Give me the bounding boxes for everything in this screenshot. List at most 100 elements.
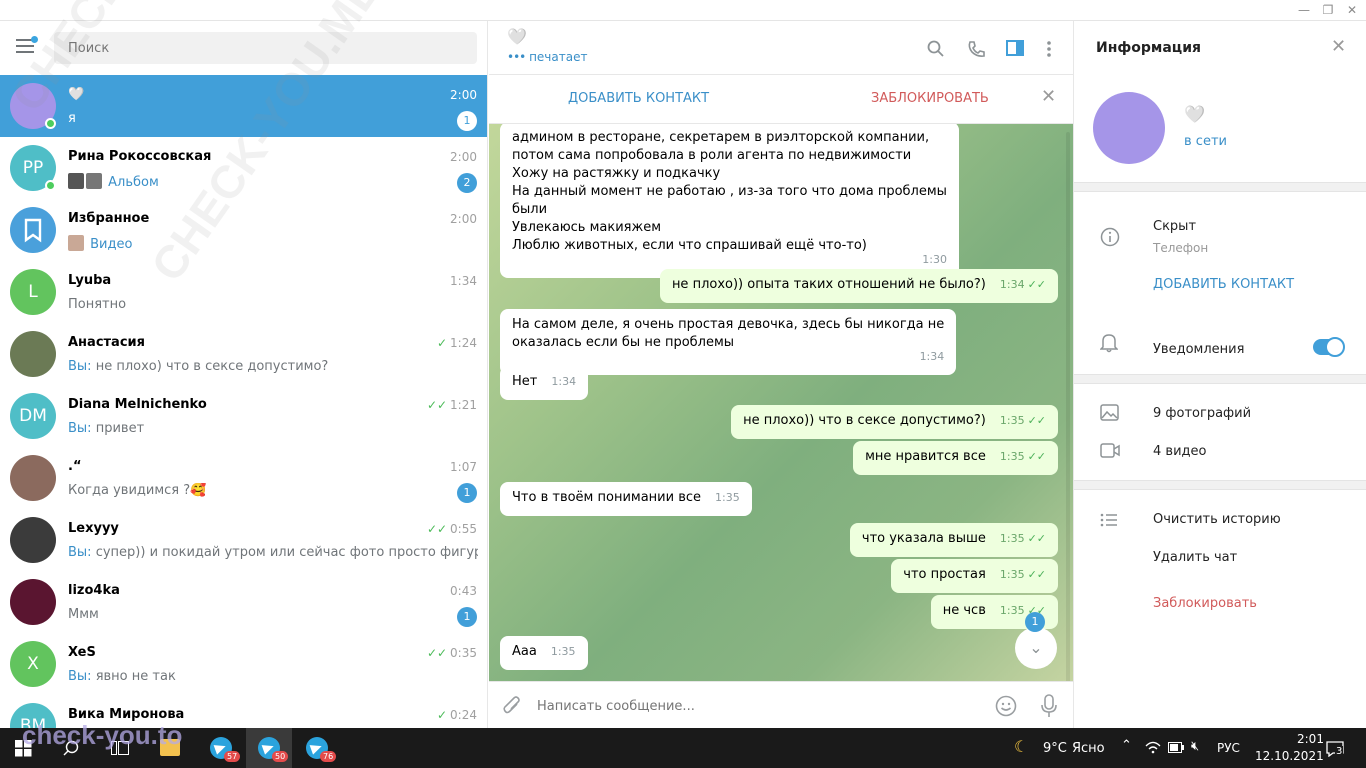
chat-preview: Вы: супер)) и покидай утром или сейчас ф… bbox=[68, 545, 478, 560]
microphone-icon[interactable] bbox=[1041, 694, 1057, 718]
profile-name: 🤍 bbox=[1184, 105, 1206, 125]
chat-preview: я bbox=[68, 111, 76, 126]
language-indicator[interactable]: РУС bbox=[1217, 741, 1240, 755]
incoming-message[interactable]: Ааа 1:35 bbox=[500, 636, 588, 670]
notifications-toggle[interactable] bbox=[1313, 337, 1345, 357]
message-input[interactable] bbox=[537, 694, 957, 718]
unread-count-badge: 1 bbox=[457, 483, 477, 503]
read-check-icon: ✓ bbox=[436, 336, 448, 350]
close-window-button[interactable]: ✕ bbox=[1338, 0, 1366, 21]
message-text: Ааа bbox=[512, 644, 537, 659]
block-user-button[interactable]: Заблокировать bbox=[1153, 596, 1257, 611]
chat-time: ✓✓ 0:55 bbox=[426, 522, 477, 536]
chat-preview: Ммм bbox=[68, 607, 99, 622]
block-button[interactable]: ЗАБЛОКИРОВАТЬ bbox=[871, 91, 989, 106]
phone-value: Скрыт bbox=[1153, 219, 1197, 234]
message-time: 1:30 bbox=[922, 253, 947, 266]
window-titlebar: — ❐ ✕ bbox=[0, 0, 1366, 21]
photo-icon bbox=[1100, 404, 1119, 421]
chat-name: Рина Рокоссовская bbox=[68, 149, 212, 164]
info-panel: Информация ✕ 🤍 в сети Скрыт Телефон ДОБА… bbox=[1073, 21, 1366, 728]
read-check-icon: ✓ bbox=[436, 708, 448, 722]
weather-text[interactable]: Ясно bbox=[1072, 741, 1105, 756]
outgoing-message[interactable]: мне нравится все 1:35 ✓✓ bbox=[853, 441, 1058, 475]
clock-time[interactable]: 2:01 bbox=[1297, 732, 1324, 746]
emoji-icon[interactable] bbox=[995, 695, 1017, 717]
chat-name: Diana Melnichenko bbox=[68, 397, 207, 412]
incoming-message[interactable]: админом в ресторане, секретарем в риэлто… bbox=[500, 124, 959, 278]
chat-time: 2:00 bbox=[450, 212, 477, 226]
chat-time: ✓ 0:24 bbox=[436, 708, 477, 722]
telegram-taskbar-app[interactable]: 57 bbox=[198, 728, 244, 768]
chat-time: ✓✓ 1:21 bbox=[426, 398, 477, 412]
chat-list-item[interactable]: Lexyyy Вы: супер)) и покидай утром или се… bbox=[0, 509, 487, 571]
info-add-contact-button[interactable]: ДОБАВИТЬ КОНТАКТ bbox=[1153, 277, 1294, 292]
chat-list-item[interactable]: L Lyuba Понятно 1:34 bbox=[0, 261, 487, 323]
telegram-taskbar-app-active[interactable]: 50 bbox=[246, 728, 292, 768]
telegram-taskbar-app[interactable]: 76 bbox=[294, 728, 340, 768]
delete-chat-button[interactable]: Удалить чат bbox=[1153, 550, 1237, 565]
chat-list-item[interactable]: Анастасия Вы: не плохо) что в сексе допус… bbox=[0, 323, 487, 385]
close-bar-icon[interactable]: ✕ bbox=[1041, 86, 1056, 107]
read-check-icon: ✓✓ bbox=[426, 522, 448, 536]
close-info-icon[interactable]: ✕ bbox=[1331, 36, 1346, 57]
hamburger-menu-icon[interactable] bbox=[16, 36, 38, 55]
watermark-tb: check-you.to bbox=[22, 720, 183, 750]
message-area[interactable]: админом в ресторане, секретарем в риэлто… bbox=[489, 124, 1073, 701]
sidebar-toggle-icon[interactable] bbox=[1006, 40, 1024, 57]
chat-name: XeS bbox=[68, 645, 96, 660]
chat-time: ✓✓ 0:35 bbox=[426, 646, 477, 660]
message-time: 1:35 bbox=[999, 568, 1025, 581]
scroll-down-button[interactable]: ⌄ bbox=[1015, 627, 1057, 669]
phone-icon[interactable] bbox=[967, 40, 985, 58]
read-check-icon: ✓✓ bbox=[426, 398, 448, 412]
weather-temp[interactable]: 9°C bbox=[1043, 741, 1067, 756]
attach-icon[interactable] bbox=[503, 696, 521, 716]
more-options-icon[interactable] bbox=[1046, 40, 1052, 58]
contact-action-bar: ДОБАВИТЬ КОНТАКТ ЗАБЛОКИРОВАТЬ ✕ bbox=[489, 75, 1073, 124]
chat-name: .“ bbox=[68, 459, 82, 474]
info-title: Информация bbox=[1096, 40, 1201, 56]
chat-list-item[interactable]: Избранное Видео 2:00 bbox=[0, 199, 487, 261]
divider bbox=[1074, 374, 1366, 384]
clear-history-button[interactable]: Очистить историю bbox=[1153, 512, 1281, 527]
search-input[interactable] bbox=[54, 32, 477, 64]
profile-avatar[interactable] bbox=[1093, 92, 1165, 164]
chat-list-item[interactable]: РР Рина Рокоссовская Альбом 2:00 2 bbox=[0, 137, 487, 199]
outgoing-message[interactable]: не плохо)) опыта таких отношений не было… bbox=[659, 269, 1058, 303]
chat-list-item[interactable]: DM Diana Melnichenko Вы: привет ✓✓ 1:21 bbox=[0, 385, 487, 447]
clock-date[interactable]: 12.10.2021 bbox=[1255, 749, 1324, 763]
chat-avatar: L bbox=[10, 269, 56, 315]
chat-list-header bbox=[0, 21, 487, 75]
chat-list-item[interactable]: .“ Когда увидимся ?🥰 1:07 1 bbox=[0, 447, 487, 509]
message-text: Что в твоём понимании все bbox=[512, 490, 702, 505]
chat-time: 2:00 bbox=[450, 150, 477, 164]
chat-time: 1:07 bbox=[450, 460, 477, 474]
add-contact-button[interactable]: ДОБАВИТЬ КОНТАКТ bbox=[568, 91, 709, 106]
message-time: 1:34 bbox=[919, 350, 945, 363]
scrollbar[interactable] bbox=[1066, 132, 1070, 692]
outgoing-message[interactable]: что простая 1:35 ✓✓ bbox=[891, 559, 1058, 593]
wifi-icon[interactable] bbox=[1145, 741, 1161, 754]
divider bbox=[1074, 182, 1366, 192]
chat-title[interactable]: 🤍 bbox=[507, 27, 527, 46]
chat-list-item[interactable]: lizo4ka Ммм 0:43 1 bbox=[0, 571, 487, 633]
chevron-up-icon[interactable]: ⌃ bbox=[1121, 738, 1132, 753]
chat-list-item[interactable]: X XeS Вы: явно не так ✓✓ 0:35 bbox=[0, 633, 487, 695]
incoming-message[interactable]: Нет 1:34 bbox=[500, 366, 589, 400]
volume-mute-icon[interactable]: 🔇︎ bbox=[1191, 739, 1199, 754]
online-indicator bbox=[45, 118, 56, 129]
outgoing-message[interactable]: не плохо)) что в сексе допустимо?) 1:35 ✓✓ bbox=[731, 405, 1058, 439]
outgoing-message[interactable]: что указала выше 1:35 ✓✓ bbox=[849, 523, 1058, 557]
search-icon[interactable] bbox=[927, 40, 944, 57]
battery-icon[interactable] bbox=[1168, 742, 1184, 753]
videos-link[interactable]: 4 видео bbox=[1153, 444, 1206, 459]
chat-list-item[interactable]: 🤍 я 2:00 1 bbox=[0, 75, 487, 137]
chat-avatar: DM bbox=[10, 393, 56, 439]
photos-link[interactable]: 9 фотографий bbox=[1153, 406, 1251, 421]
message-time: 1:34 bbox=[551, 375, 577, 388]
message-composer bbox=[489, 681, 1073, 728]
bookmark-icon bbox=[10, 207, 56, 253]
incoming-message[interactable]: Что в твоём понимании все 1:35 bbox=[500, 482, 752, 516]
chat-preview: Понятно bbox=[68, 297, 127, 312]
